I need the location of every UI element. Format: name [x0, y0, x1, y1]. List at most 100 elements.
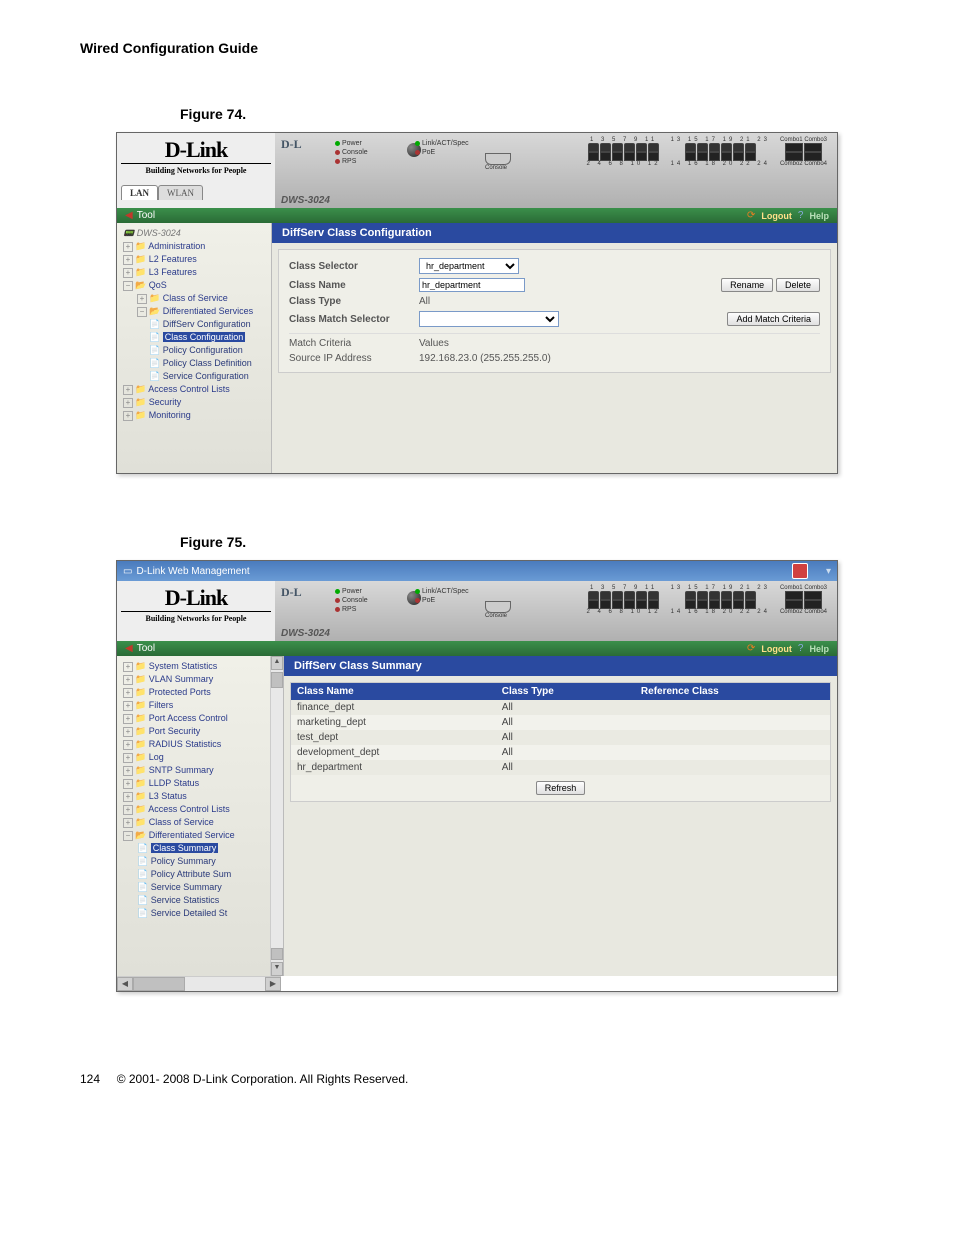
figure-75-caption: Figure 75.: [180, 534, 874, 550]
tree-monitoring[interactable]: +📁 Monitoring: [121, 409, 269, 422]
delete-button[interactable]: [776, 278, 820, 292]
tree-service-detailed-statistics[interactable]: 📄 Service Detailed St: [121, 907, 269, 920]
toolbar: ◀ Tool ⟳ Logout ? Help: [117, 641, 837, 656]
tree-filters[interactable]: +📁 Filters: [121, 699, 269, 712]
tree-class-of-service[interactable]: +📁 Class of Service: [121, 292, 269, 305]
figure-75-screenshot: ▭ D-Link Web Management ▾ D-Link Buildin…: [116, 560, 838, 992]
tree-radius-statistics[interactable]: +📁 RADIUS Statistics: [121, 738, 269, 751]
nav-sidebar: +📁 System Statistics +📁 VLAN Summary +📁 …: [117, 656, 284, 976]
logout-icon: ⟳: [747, 210, 755, 221]
scroll-down-icon[interactable]: ▼: [271, 962, 283, 976]
device-model: DWS-3024: [281, 195, 330, 206]
tree-port-security[interactable]: +📁 Port Security: [121, 725, 269, 738]
tree-differentiated-service[interactable]: −📂 Differentiated Service: [121, 829, 269, 842]
tool-arrow-icon: ◀: [125, 210, 133, 221]
scroll-up-icon[interactable]: ▲: [271, 656, 283, 670]
match-criteria-header: Match Criteria: [289, 338, 419, 349]
col-class-name: Class Name: [291, 683, 496, 700]
help-button[interactable]: Help: [809, 211, 829, 221]
tool-menu[interactable]: Tool: [137, 643, 155, 654]
tree-access-control-lists[interactable]: +📁 Access Control Lists: [121, 383, 269, 396]
help-icon: ?: [798, 643, 804, 654]
tab-wlan[interactable]: WLAN: [158, 185, 203, 200]
help-icon: ?: [798, 210, 804, 221]
scroll-left-icon[interactable]: ◀: [117, 977, 133, 991]
table-row: development_deptAll: [291, 745, 830, 760]
document-header: Wired Configuration Guide: [80, 40, 874, 56]
brand-logo: D-Link: [121, 137, 271, 163]
dropdown-icon[interactable]: ▾: [826, 566, 831, 577]
console-port: Console: [485, 153, 511, 171]
sidebar-horizontal-scrollbar[interactable]: ◀ ▶: [117, 976, 281, 991]
close-icon[interactable]: [792, 563, 808, 579]
class-match-selector-label: Class Match Selector: [289, 314, 419, 325]
tree-device[interactable]: 📟 DWS-3024: [121, 227, 269, 240]
col-reference-class: Reference Class: [635, 683, 830, 700]
tree-system-statistics[interactable]: +📁 System Statistics: [121, 660, 269, 673]
tree-sntp-summary[interactable]: +📁 SNTP Summary: [121, 764, 269, 777]
class-selector-dropdown[interactable]: hr_department: [419, 258, 519, 274]
panel-title: DiffServ Class Summary: [284, 656, 837, 676]
rename-button[interactable]: [721, 278, 773, 292]
tree-class-of-service[interactable]: +📁 Class of Service: [121, 816, 269, 829]
class-type-label: Class Type: [289, 296, 419, 307]
tree-service-configuration[interactable]: 📄 Service Configuration: [121, 370, 269, 383]
tree-policy-class-definition[interactable]: 📄 Policy Class Definition: [121, 357, 269, 370]
table-row: test_deptAll: [291, 730, 830, 745]
figure-74-screenshot: D-Link Building Networks for People LAN …: [116, 132, 838, 474]
device-model: DWS-3024: [281, 628, 330, 639]
tree-diffserv-configuration[interactable]: 📄 DiffServ Configuration: [121, 318, 269, 331]
logo-area: D-Link Building Networks for People LAN …: [117, 133, 275, 208]
tree-qos[interactable]: −📂 QoS: [121, 279, 269, 292]
help-button[interactable]: Help: [809, 644, 829, 654]
class-name-input[interactable]: [419, 278, 525, 292]
class-selector-label: Class Selector: [289, 261, 419, 272]
logout-button[interactable]: Logout: [761, 211, 792, 221]
main-content: DiffServ Class Configuration Class Selec…: [272, 223, 837, 473]
status-leds-col1: Power Console RPS: [335, 587, 368, 614]
tree-policy-configuration[interactable]: 📄 Policy Configuration: [121, 344, 269, 357]
tree-policy-attribute-summary[interactable]: 📄 Policy Attribute Sum: [121, 868, 269, 881]
logout-button[interactable]: Logout: [761, 644, 792, 654]
table-row: marketing_deptAll: [291, 715, 830, 730]
console-port: Console: [485, 601, 511, 619]
add-match-criteria-button[interactable]: [727, 312, 820, 326]
tree-policy-summary[interactable]: 📄 Policy Summary: [121, 855, 269, 868]
switch-ports: 1 3 5 7 9 11 2 4 6 8 10 12 13 15 17 19 2…: [587, 137, 827, 167]
source-ip-label: Source IP Address: [289, 353, 419, 364]
tree-l3-features[interactable]: +📁 L3 Features: [121, 266, 269, 279]
copyright-text: © 2001- 2008 D-Link Corporation. All Rig…: [117, 1072, 409, 1086]
source-ip-value: 192.168.23.0 (255.255.255.0): [419, 353, 551, 364]
tree-differentiated-services[interactable]: −📂 Differentiated Services: [121, 305, 269, 318]
col-class-type: Class Type: [496, 683, 635, 700]
refresh-button[interactable]: [536, 781, 586, 795]
tree-l3-status[interactable]: +📁 L3 Status: [121, 790, 269, 803]
tree-port-access-control[interactable]: +📁 Port Access Control: [121, 712, 269, 725]
tree-vlan-summary[interactable]: +📁 VLAN Summary: [121, 673, 269, 686]
tool-menu[interactable]: Tool: [137, 210, 155, 221]
window-title: D-Link Web Management: [136, 566, 249, 577]
main-content: DiffServ Class Summary Class Name Class …: [284, 656, 837, 976]
toolbar: ◀ Tool ⟳ Logout ? Help: [117, 208, 837, 223]
tree-lldp-status[interactable]: +📁 LLDP Status: [121, 777, 269, 790]
tree-security[interactable]: +📁 Security: [121, 396, 269, 409]
figure-74-caption: Figure 74.: [180, 106, 874, 122]
tree-class-summary[interactable]: 📄 Class Summary: [121, 842, 269, 855]
tree-log[interactable]: +📁 Log: [121, 751, 269, 764]
tree-class-configuration[interactable]: 📄 Class Configuration: [121, 331, 269, 344]
sidebar-scrollbar[interactable]: ▲ ▼: [270, 656, 283, 976]
tree-access-control-lists[interactable]: +📁 Access Control Lists: [121, 803, 269, 816]
device-header: D-L Power Console RPS Link/ACT/Spec PoE …: [275, 133, 837, 208]
tree-service-summary[interactable]: 📄 Service Summary: [121, 881, 269, 894]
tree-l2-features[interactable]: +📁 L2 Features: [121, 253, 269, 266]
panel-title: DiffServ Class Configuration: [272, 223, 837, 243]
tab-lan[interactable]: LAN: [121, 185, 158, 200]
status-leds-col2: Link/ACT/Spec PoE: [415, 587, 469, 605]
tree-protected-ports[interactable]: +📁 Protected Ports: [121, 686, 269, 699]
tree-service-statistics[interactable]: 📄 Service Statistics: [121, 894, 269, 907]
switch-ports: 1 3 5 7 9 11 2 4 6 8 10 12 13 15 17 19 2…: [587, 585, 827, 615]
class-match-selector-dropdown[interactable]: [419, 311, 559, 327]
tool-arrow-icon: ◀: [125, 643, 133, 654]
tree-administration[interactable]: +📁 Administration: [121, 240, 269, 253]
scroll-right-icon[interactable]: ▶: [265, 977, 281, 991]
